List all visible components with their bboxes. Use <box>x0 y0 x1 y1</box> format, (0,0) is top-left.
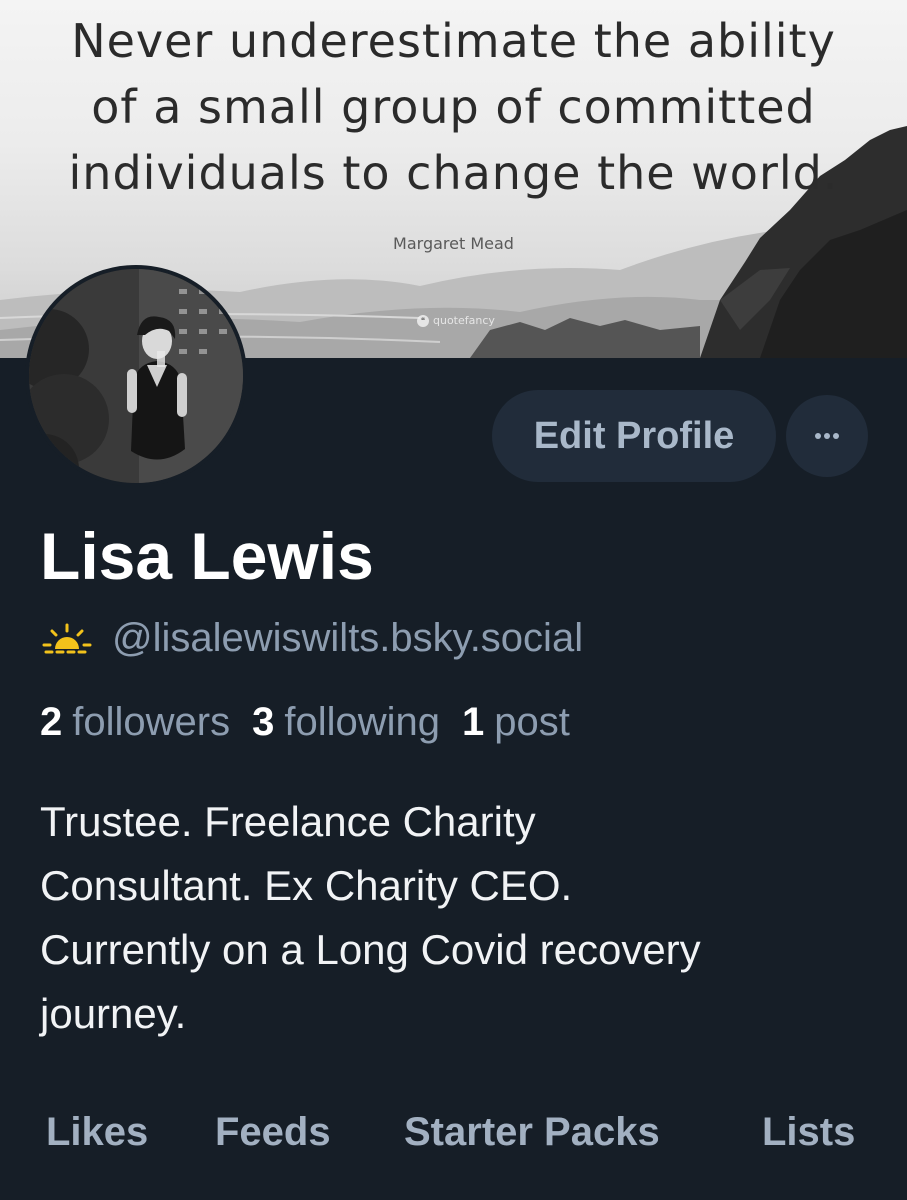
profile-stats: 2 followers 3 following 1 post <box>40 700 570 745</box>
tab-starter-packs[interactable]: Starter Packs <box>404 1110 660 1155</box>
edit-profile-button[interactable]: Edit Profile <box>492 390 776 482</box>
posts-label: post <box>494 700 570 744</box>
followers-link[interactable]: followers <box>72 700 230 745</box>
quote-line: of a small group of committed <box>91 80 816 134</box>
quote-mark-icon: ❝ <box>417 314 429 327</box>
banner-quote: Never underestimate the ability of a sma… <box>0 8 907 206</box>
avatar-photo <box>29 269 243 483</box>
ellipsis-icon <box>815 433 839 439</box>
following-link[interactable]: following <box>284 700 440 745</box>
tab-lists[interactable]: Lists <box>762 1110 855 1155</box>
quote-line: Never underestimate the ability <box>71 14 836 68</box>
bio-line: Trustee. Freelance Charity <box>40 798 536 845</box>
tab-feeds[interactable]: Feeds <box>215 1110 331 1155</box>
profile-bio: Trustee. Freelance Charity Consultant. E… <box>40 790 880 1046</box>
watermark-text: quotefancy <box>433 314 495 327</box>
display-name: Lisa Lewis <box>40 519 374 593</box>
sunrise-icon <box>42 623 92 653</box>
profile-page: Never underestimate the ability of a sma… <box>0 0 907 1200</box>
bio-line: journey. <box>40 990 187 1037</box>
followers-count[interactable]: 2 <box>40 700 62 745</box>
bio-line: Consultant. Ex Charity CEO. <box>40 862 573 909</box>
tab-likes[interactable]: Likes <box>46 1110 148 1155</box>
handle[interactable]: @lisalewiswilts.bsky.social <box>112 616 583 661</box>
more-options-button[interactable] <box>786 395 868 477</box>
handle-row: @lisalewiswilts.bsky.social <box>40 616 583 661</box>
following-count[interactable]: 3 <box>252 700 274 745</box>
quote-line: individuals to change the world. <box>68 146 839 200</box>
avatar[interactable] <box>25 265 247 487</box>
posts-count: 1 <box>462 700 485 744</box>
banner-watermark: ❝ quotefancy <box>417 314 495 327</box>
profile-tabs: Likes Feeds Starter Packs Lists <box>0 1110 907 1180</box>
bio-line: Currently on a Long Covid recovery <box>40 926 701 973</box>
quote-author: Margaret Mead <box>393 234 514 253</box>
